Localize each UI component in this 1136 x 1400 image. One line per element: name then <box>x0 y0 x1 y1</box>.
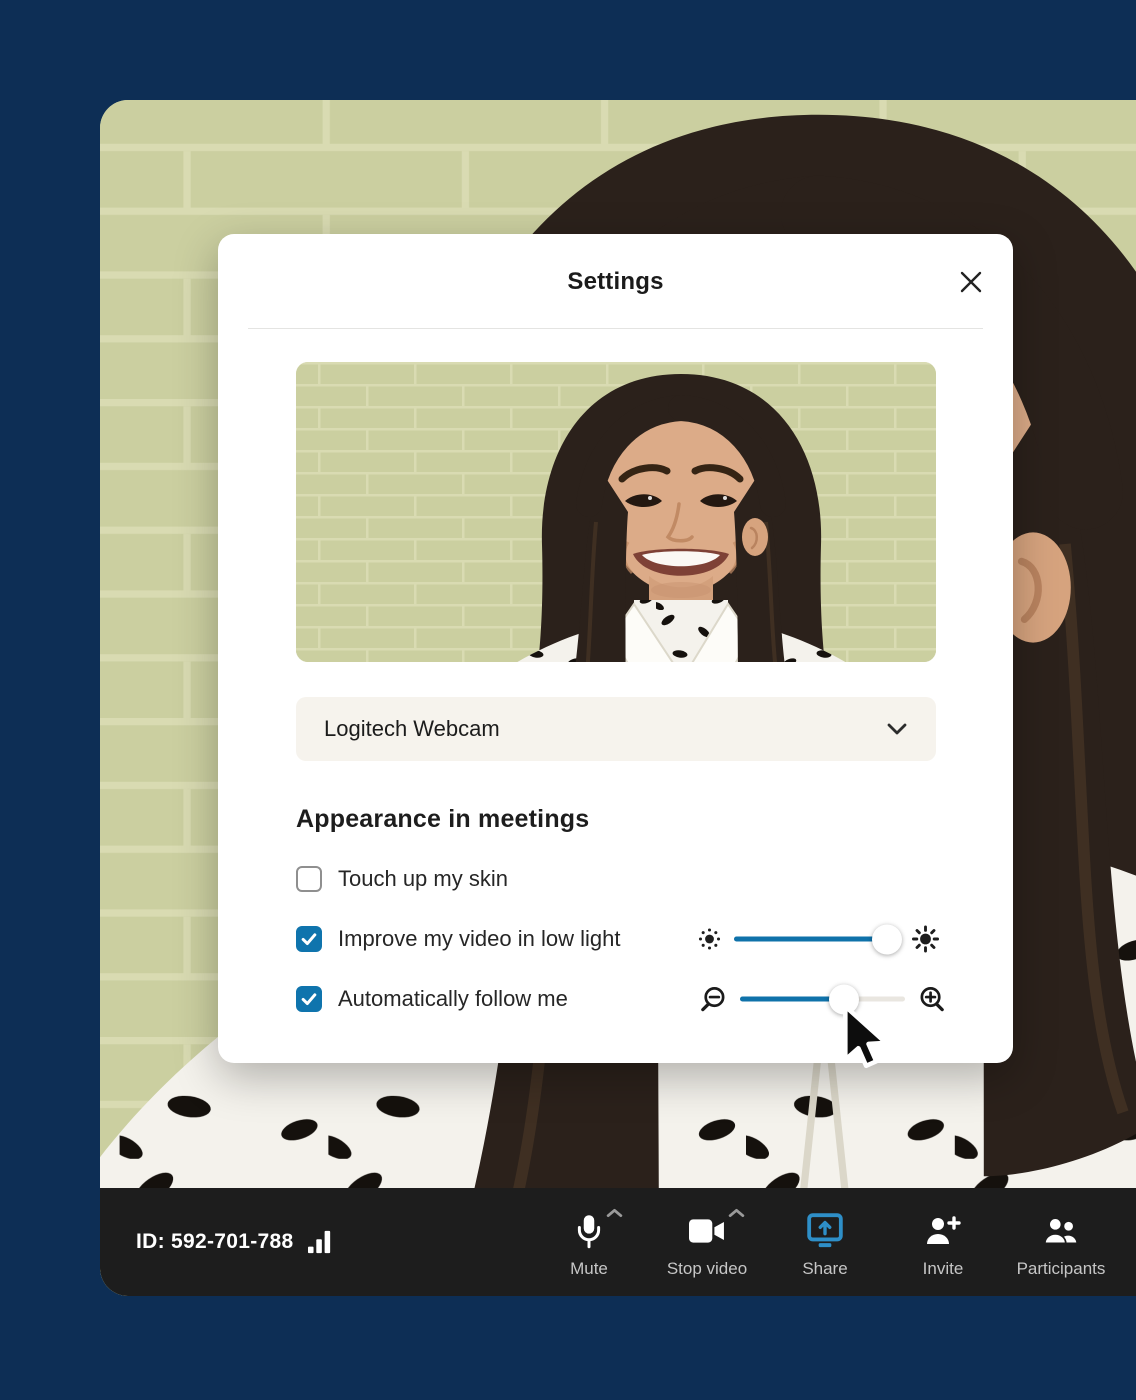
person-add-icon <box>925 1215 961 1247</box>
mute-label: Mute <box>570 1259 608 1279</box>
brightness-slider <box>698 926 939 953</box>
brightness-high-icon <box>912 926 939 953</box>
zoom-slider <box>698 985 947 1014</box>
checkmark-icon <box>299 929 319 949</box>
brightness-low-icon <box>698 928 721 951</box>
auto-follow-checkbox[interactable] <box>296 986 322 1012</box>
option-improve-low-light[interactable]: Improve my video in low light <box>296 924 936 954</box>
participants-icon <box>1042 1215 1080 1247</box>
share-button[interactable]: Share <box>778 1206 872 1279</box>
webcam-preview-svg <box>296 362 936 662</box>
share-label: Share <box>802 1259 847 1279</box>
settings-title: Settings <box>218 234 1013 329</box>
camera-select-dropdown[interactable]: Logitech Webcam <box>296 697 936 761</box>
option-label: Touch up my skin <box>338 866 508 892</box>
settings-modal-body: Logitech Webcam Appearance in meetings T… <box>218 329 1013 1014</box>
microphone-icon <box>575 1212 603 1250</box>
appearance-section-heading: Appearance in meetings <box>296 805 936 834</box>
close-icon <box>959 270 983 294</box>
touch-up-skin-checkbox[interactable] <box>296 866 322 892</box>
brightness-slider-track[interactable] <box>734 937 899 942</box>
meeting-id-text: ID: 592-701-788 <box>136 1230 293 1254</box>
zoom-slider-track[interactable] <box>740 997 905 1002</box>
video-call-window: Settings Logitech Webcam <box>100 100 1136 1296</box>
zoom-in-icon <box>918 985 947 1014</box>
camera-select-value: Logitech Webcam <box>324 716 500 742</box>
meeting-toolbar: ID: 592-701-788 <box>100 1188 1136 1296</box>
brightness-slider-knob[interactable] <box>872 924 902 954</box>
settings-modal-header: Settings <box>218 234 1013 329</box>
option-touch-up-skin[interactable]: Touch up my skin <box>296 864 936 894</box>
toolbar-buttons: Mute Stop video <box>542 1206 1108 1279</box>
video-camera-icon <box>689 1218 725 1244</box>
chevron-down-icon <box>886 722 908 736</box>
signal-bars-icon <box>308 1229 332 1255</box>
checkmark-icon <box>299 989 319 1009</box>
settings-modal: Settings Logitech Webcam <box>218 234 1013 1063</box>
invite-label: Invite <box>923 1259 964 1279</box>
header-divider <box>248 328 983 329</box>
mute-options-chevron-icon[interactable] <box>606 1206 623 1221</box>
stop-video-button[interactable]: Stop video <box>660 1206 754 1279</box>
share-screen-icon <box>806 1212 844 1250</box>
option-label: Automatically follow me <box>338 986 568 1012</box>
invite-button[interactable]: Invite <box>896 1206 990 1279</box>
option-label: Improve my video in low light <box>338 926 620 952</box>
slider-fill <box>734 937 887 942</box>
participants-button[interactable]: Participants <box>1014 1206 1108 1279</box>
stop-video-label: Stop video <box>667 1259 747 1279</box>
meeting-id: ID: 592-701-788 <box>136 1229 332 1255</box>
mouse-pointer-icon <box>832 1002 896 1077</box>
close-button[interactable] <box>955 266 987 298</box>
mute-button[interactable]: Mute <box>542 1206 636 1279</box>
zoom-out-icon <box>698 985 727 1014</box>
video-options-chevron-icon[interactable] <box>728 1206 745 1221</box>
participants-label: Participants <box>1017 1259 1106 1279</box>
webcam-preview-image <box>296 362 936 662</box>
improve-low-light-checkbox[interactable] <box>296 926 322 952</box>
